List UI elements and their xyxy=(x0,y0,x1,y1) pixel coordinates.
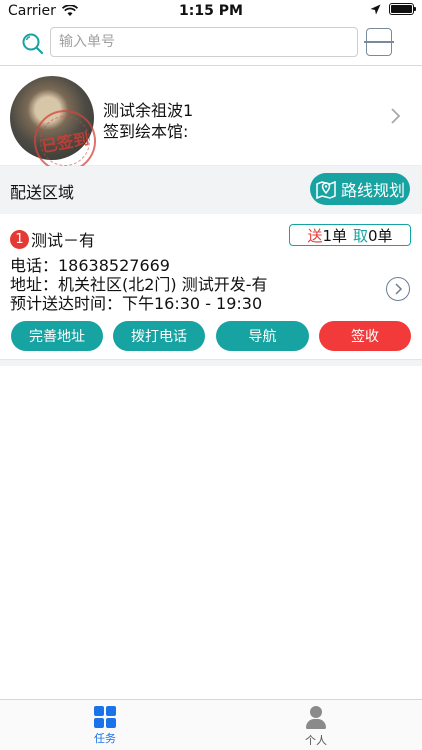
order-card[interactable]: 1 测试－有 送1单 取0单 电话：18638527669 地址：机关社区(北2… xyxy=(0,214,422,360)
status-bar: Carrier 1:15 PM xyxy=(0,0,422,22)
area-title: 配送区域 xyxy=(10,183,75,202)
order-counts: 送1单 取0单 xyxy=(289,224,411,246)
pickup-label: 取 xyxy=(353,226,369,245)
battery-icon xyxy=(389,3,416,15)
search-icon[interactable] xyxy=(20,31,46,57)
grid-icon xyxy=(94,706,116,728)
scan-icon[interactable] xyxy=(364,28,394,56)
sign-button[interactable]: 签收 xyxy=(319,321,411,351)
location-arrow-icon xyxy=(370,4,381,14)
map-pin-icon xyxy=(316,180,336,200)
tab-tasks-label: 任务 xyxy=(94,732,116,745)
pickup-count: 0单 xyxy=(368,226,393,245)
deliver-label: 送 xyxy=(307,226,323,245)
route-button-label: 路线规划 xyxy=(340,183,405,200)
deliver-count: 1单 xyxy=(322,226,347,245)
tab-personal[interactable]: 个人 xyxy=(286,706,346,748)
search-bar xyxy=(0,22,422,66)
eta-line: 预计送达时间：下午16:30 - 19:30 xyxy=(10,294,263,313)
route-planning-button[interactable]: 路线规划 xyxy=(310,173,410,205)
tab-bar: 任务 个人 xyxy=(0,699,422,750)
order-title: 测试－有 xyxy=(31,231,96,250)
tab-tasks[interactable]: 任务 xyxy=(75,706,135,746)
order-detail-chevron-icon[interactable] xyxy=(386,277,410,301)
complete-address-button[interactable]: 完善地址 xyxy=(11,321,103,351)
chevron-right-icon[interactable] xyxy=(388,106,402,126)
library-label: 签到绘本馆: xyxy=(103,122,189,141)
search-input[interactable] xyxy=(50,27,358,57)
order-index-badge: 1 xyxy=(10,229,29,249)
tab-personal-label: 个人 xyxy=(305,734,327,747)
section-divider xyxy=(0,360,422,366)
delivery-area-header: 配送区域 路线规划 xyxy=(0,166,422,214)
profile-card[interactable]: 已签到 测试余祖波1 签到绘本馆: xyxy=(0,66,422,177)
person-icon xyxy=(305,706,327,730)
clock: 1:15 PM xyxy=(179,3,243,19)
navigate-button[interactable]: 导航 xyxy=(216,321,309,351)
call-button[interactable]: 拨打电话 xyxy=(113,321,205,351)
order-header: 1 测试－有 xyxy=(10,227,95,251)
status-right xyxy=(370,3,416,15)
